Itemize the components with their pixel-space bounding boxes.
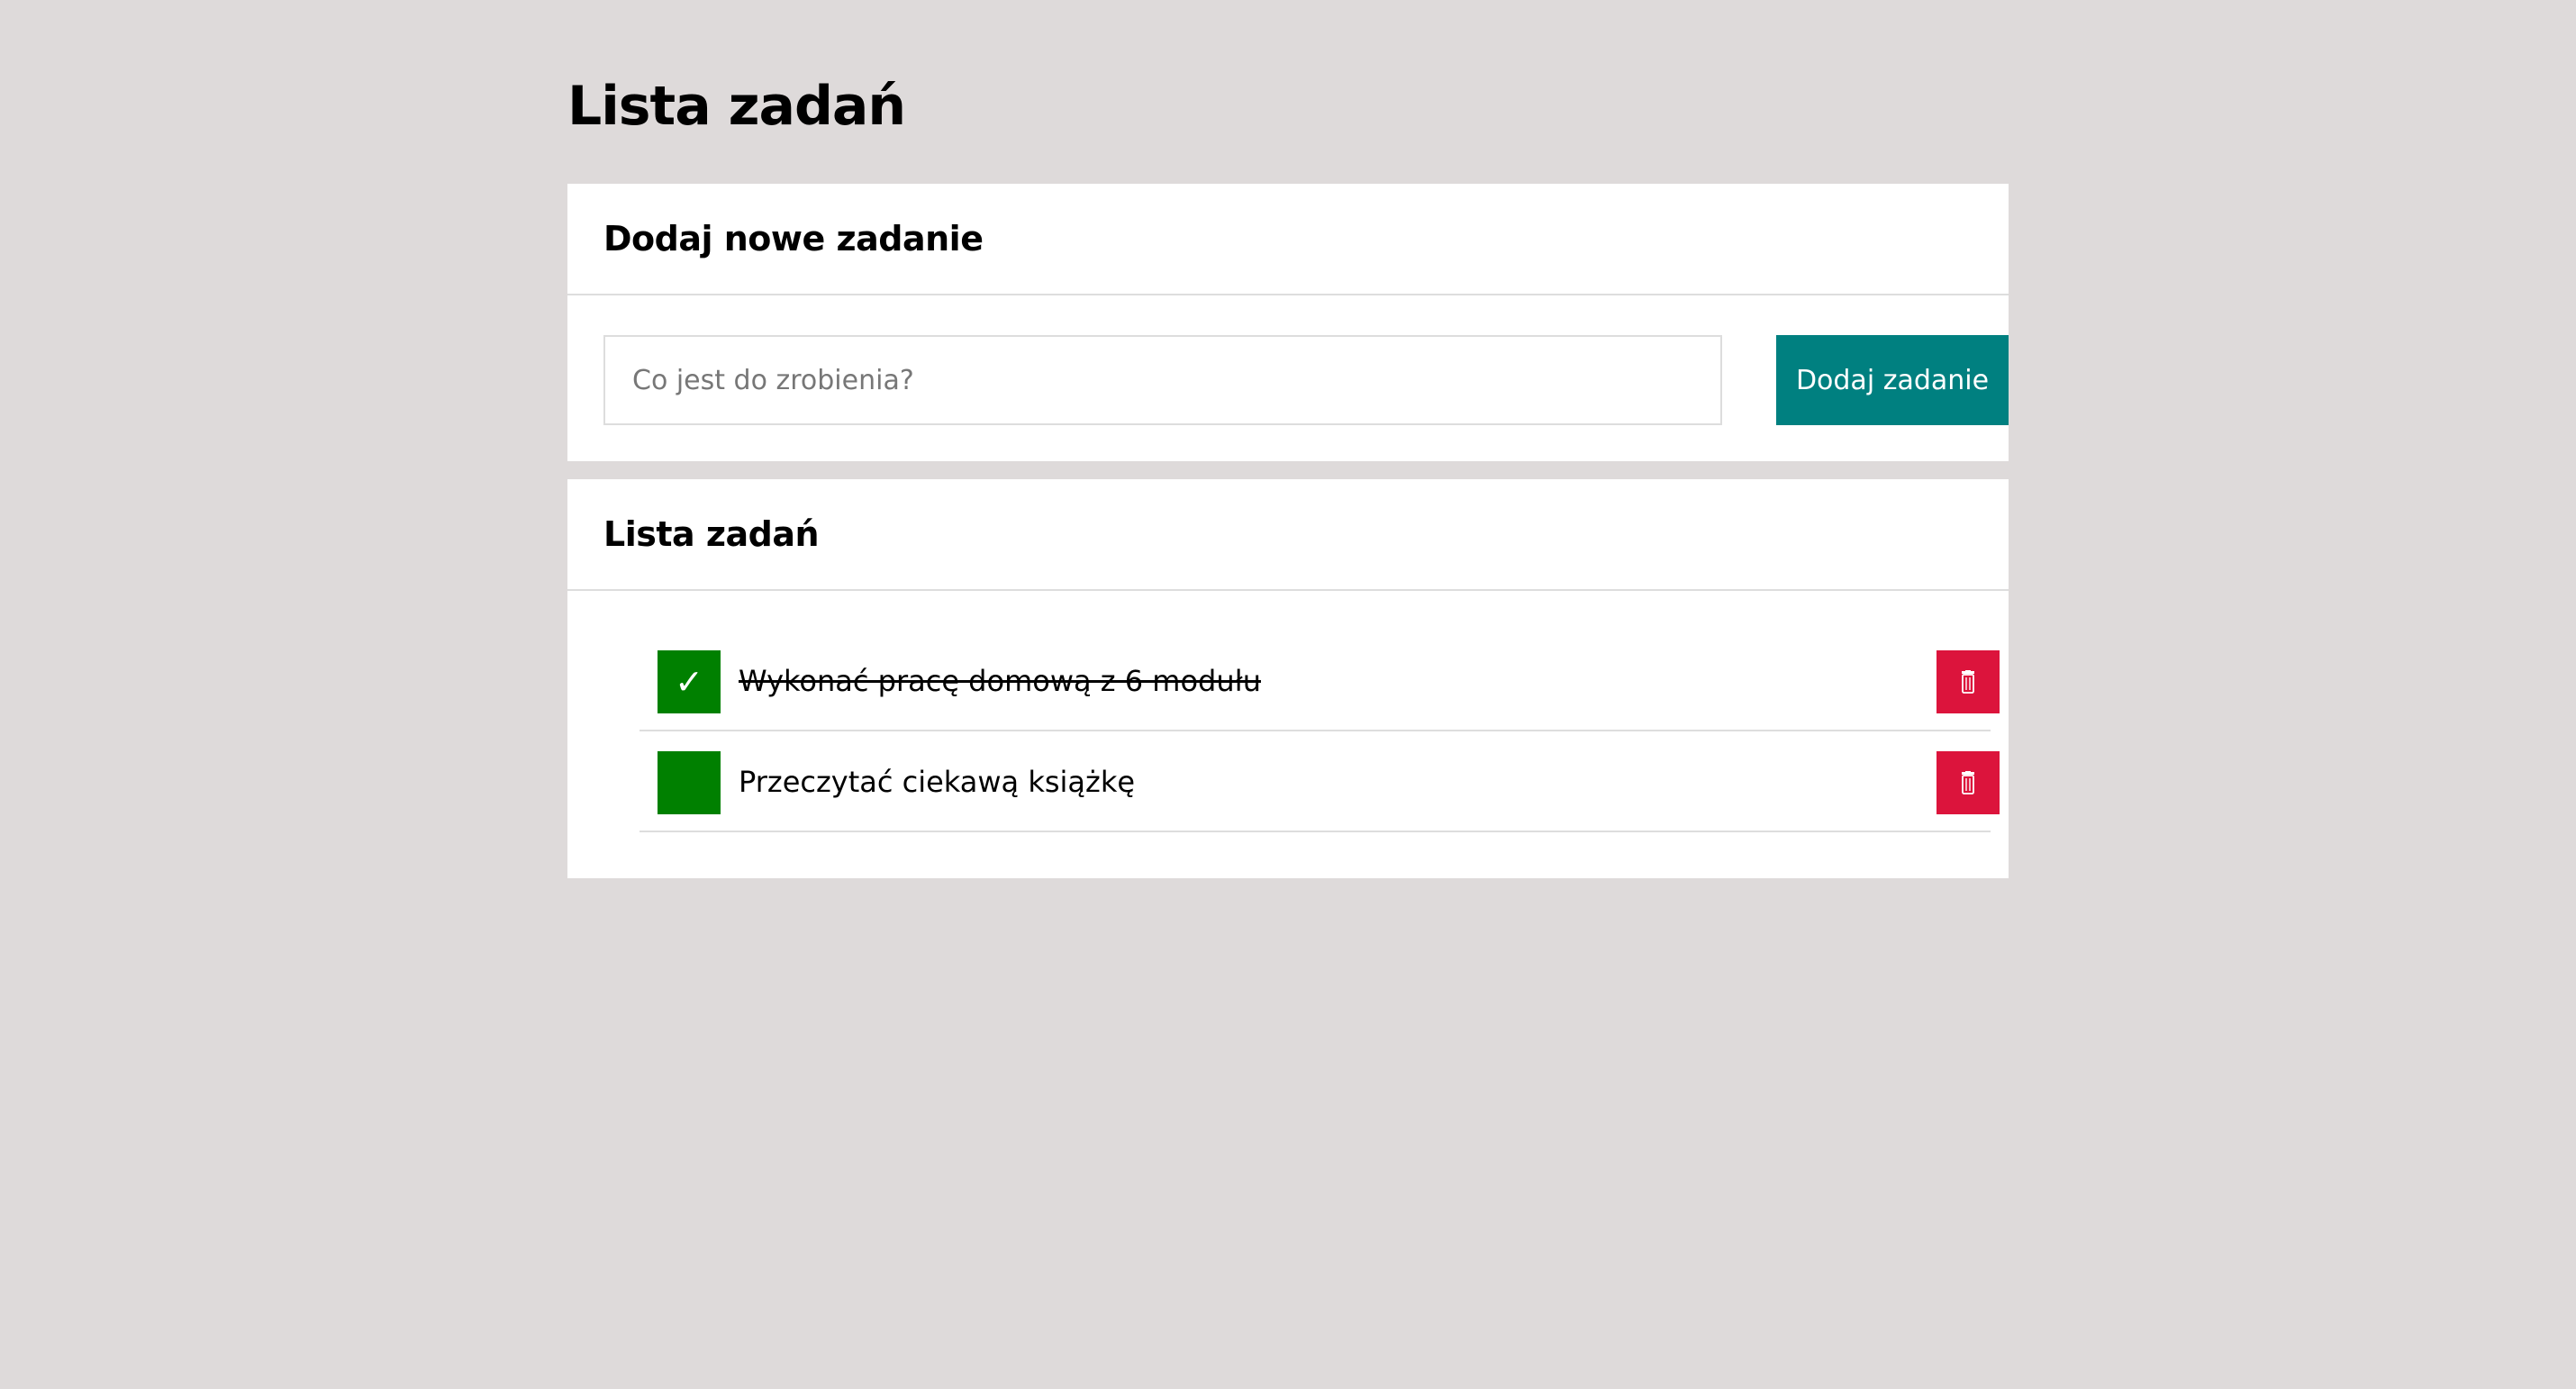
trash-icon [1962,771,1974,794]
toggle-done-button[interactable] [658,751,721,814]
task-list: ✓ Wykonać pracę domową z 6 modułu Przecz… [639,631,2000,832]
trash-icon [1962,670,1974,694]
task-item: Przeczytać ciekawą książkę [639,731,2000,832]
page-title: Lista zadań [567,75,906,138]
delete-task-button[interactable] [1937,650,2000,713]
add-task-title: Dodaj nowe zadanie [603,219,984,259]
task-list-header: Lista zadań [567,479,2009,591]
delete-task-button[interactable] [1937,751,2000,814]
task-text: Wykonać pracę domową z 6 modułu [739,664,1261,698]
task-list-section: Lista zadań ✓ Wykonać pracę domową z 6 m… [567,479,2009,878]
add-task-form: Dodaj zadanie [603,335,2009,425]
add-task-header: Dodaj nowe zadanie [567,184,2009,295]
task-text: Przeczytać ciekawą książkę [739,765,1136,799]
toggle-done-button[interactable]: ✓ [658,650,721,713]
task-item: ✓ Wykonać pracę domową z 6 modułu [639,631,2000,731]
add-task-section: Dodaj nowe zadanie Dodaj zadanie [567,184,2009,461]
check-icon: ✓ [675,662,703,702]
new-task-input[interactable] [603,335,1722,425]
task-list-title: Lista zadań [603,514,820,554]
add-task-button[interactable]: Dodaj zadanie [1776,335,2009,425]
